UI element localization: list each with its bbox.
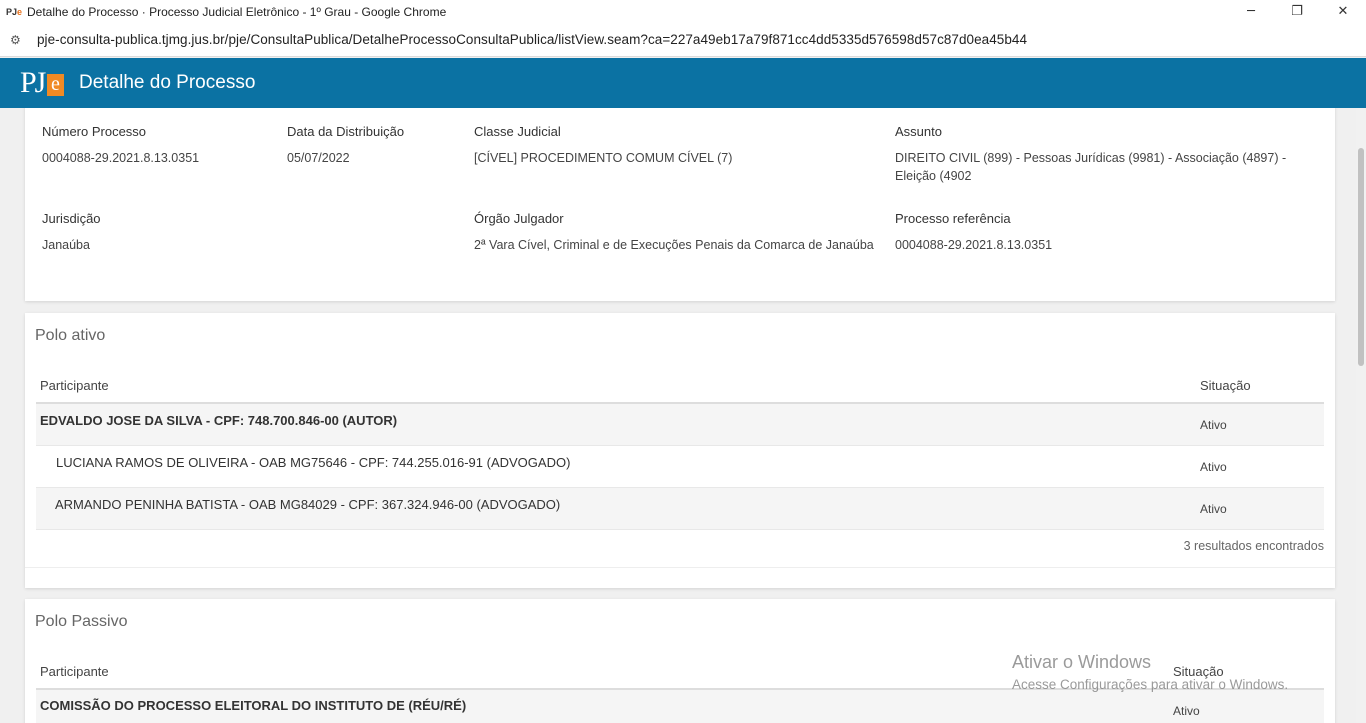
data-distribuicao-label: Data da Distribuição	[287, 124, 405, 139]
participante-cell: ARMANDO PENINHA BATISTA - OAB MG84029 - …	[55, 497, 561, 512]
participante-cell: COMISSÃO DO PROCESSO ELEITORAL DO INSTIT…	[40, 698, 467, 713]
scrollbar-thumb[interactable]	[1358, 148, 1364, 366]
table-row: LUCIANA RAMOS DE OLIVEIRA - OAB MG75646 …	[36, 446, 1324, 488]
windows-activation-watermark: Ativar o Windows Acesse Configurações pa…	[1012, 652, 1288, 692]
col-situacao-header: Situação	[1200, 378, 1251, 393]
assunto-line-1: DIREITO CIVIL (899) - Pessoas Jurídicas …	[895, 151, 1287, 165]
restore-button[interactable]: ❐	[1274, 0, 1320, 23]
assunto-field: Assunto DIREITO CIVIL (899) - Pessoas Ju…	[895, 124, 1286, 185]
browser-titlebar: PJ e Detalhe do Processo · Processo Judic…	[0, 0, 1366, 23]
col-participante-header: Participante	[40, 664, 109, 679]
card-divider	[25, 567, 1335, 568]
page-scrollbar[interactable]	[1356, 108, 1366, 723]
main-content: Número Processo 0004088-29.2021.8.13.035…	[0, 108, 1356, 723]
table-row: EDVALDO JOSE DA SILVA - CPF: 748.700.846…	[36, 404, 1324, 446]
process-details-card: Número Processo 0004088-29.2021.8.13.035…	[25, 108, 1335, 301]
numero-processo-label: Número Processo	[42, 124, 147, 139]
orgao-julgador-label: Órgão Julgador	[474, 211, 564, 226]
classe-judicial-field: Classe Judicial [CÍVEL] PROCEDIMENTO COM…	[474, 124, 732, 167]
processo-referencia-value: 0004088-29.2021.8.13.0351	[895, 238, 1053, 252]
assunto-value: DIREITO CIVIL (899) - Pessoas Jurídicas …	[895, 149, 1286, 185]
watermark-line-1: Ativar o Windows	[1012, 652, 1152, 672]
orgao-julgador-value: 2ª Vara Cível, Criminal e de Execuções P…	[474, 238, 874, 252]
table-header: Participante Situação	[36, 368, 1324, 404]
data-distribuicao-value: 05/07/2022	[287, 151, 350, 165]
jurisdicao-field: Jurisdição Janaúba	[42, 211, 101, 254]
window-title: Detalhe do Processo · Processo Judicial …	[27, 4, 447, 19]
table-row: COMISSÃO DO PROCESSO ELEITORAL DO INSTIT…	[36, 690, 1324, 723]
page-title: Detalhe do Processo	[79, 72, 256, 93]
pje-logo[interactable]: PJ e	[20, 64, 64, 102]
situacao-cell: Ativo	[1200, 502, 1227, 516]
logo-pj-text: PJ	[20, 66, 46, 99]
situacao-cell: Ativo	[1200, 460, 1227, 474]
address-bar[interactable]: ⚙ pje-consulta-publica.tjmg.jus.br/pje/C…	[0, 23, 1366, 57]
classe-judicial-label: Classe Judicial	[474, 124, 561, 139]
logo-e-text: e	[47, 74, 64, 96]
participante-cell: EDVALDO JOSE DA SILVA - CPF: 748.700.846…	[40, 413, 398, 428]
pje-favicon-icon: PJ e	[5, 6, 23, 17]
numero-processo-value: 0004088-29.2021.8.13.0351	[42, 151, 200, 165]
numero-processo-field: Número Processo 0004088-29.2021.8.13.035…	[42, 124, 199, 167]
polo-ativo-title: Polo ativo	[35, 327, 106, 344]
situacao-cell: Ativo	[1200, 418, 1227, 432]
results-count: 3 resultados encontrados	[1183, 539, 1324, 553]
col-participante-header: Participante	[40, 378, 109, 393]
classe-judicial-value: [CÍVEL] PROCEDIMENTO COMUM CÍVEL (7)	[474, 151, 733, 165]
table-row: ARMANDO PENINHA BATISTA - OAB MG84029 - …	[36, 488, 1324, 530]
close-window-button[interactable]: ✕	[1320, 0, 1366, 23]
assunto-label: Assunto	[895, 124, 942, 139]
orgao-julgador-field: Órgão Julgador 2ª Vara Cível, Criminal e…	[474, 211, 874, 254]
jurisdicao-value: Janaúba	[42, 238, 90, 252]
jurisdicao-label: Jurisdição	[42, 211, 101, 226]
url-text[interactable]: pje-consulta-publica.tjmg.jus.br/pje/Con…	[37, 32, 1027, 47]
situacao-cell: Ativo	[1173, 704, 1200, 718]
processo-referencia-label: Processo referência	[895, 211, 1011, 226]
polo-ativo-card: Polo ativo Participante Situação EDVALDO…	[25, 313, 1335, 588]
app-header: PJ e Detalhe do Processo	[0, 58, 1366, 108]
participante-cell: LUCIANA RAMOS DE OLIVEIRA - OAB MG75646 …	[56, 455, 571, 470]
data-distribuicao-field: Data da Distribuição 05/07/2022	[287, 124, 404, 167]
processo-referencia-field: Processo referência 0004088-29.2021.8.13…	[895, 211, 1052, 254]
assunto-line-2: Eleição (4902	[895, 169, 972, 183]
site-info-icon[interactable]: ⚙	[10, 33, 24, 47]
minimize-button[interactable]: ─	[1228, 0, 1274, 23]
polo-passivo-title: Polo Passivo	[35, 613, 128, 630]
watermark-line-2: Acesse Configurações para ativar o Windo…	[1012, 677, 1289, 692]
polo-ativo-table: Participante Situação EDVALDO JOSE DA SI…	[36, 368, 1324, 530]
